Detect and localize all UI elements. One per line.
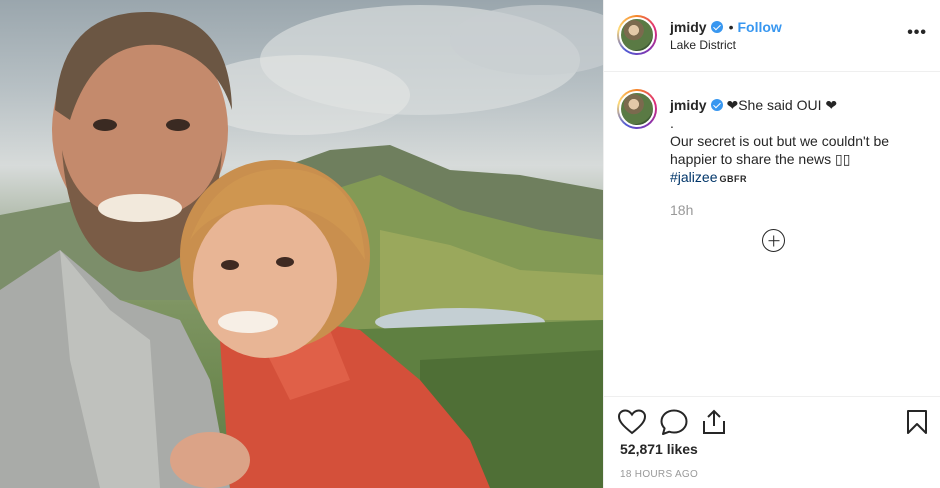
caption-body-line-1: Our secret is out but we couldn't be	[670, 133, 890, 149]
follow-button[interactable]: Follow	[737, 19, 781, 35]
heart-icon[interactable]	[618, 409, 646, 435]
caption: jmidy ❤She said OUI ❤ . Our secret is ou…	[670, 96, 920, 188]
location-link[interactable]: Lake District	[670, 38, 736, 52]
verified-badge-icon	[710, 99, 723, 111]
separator-dot: •	[728, 19, 734, 35]
share-icon[interactable]	[702, 409, 726, 435]
comment-icon[interactable]	[660, 409, 688, 435]
verified-badge-icon	[710, 21, 723, 33]
header-user-row: jmidy • Follow	[670, 19, 782, 35]
more-options-icon[interactable]: •••	[907, 24, 927, 42]
likes-count[interactable]: 52,871 likes	[620, 441, 698, 457]
header-username[interactable]: jmidy	[670, 19, 707, 35]
bookmark-icon[interactable]	[906, 409, 928, 435]
hashtag-link[interactable]: #jalizee	[670, 169, 717, 185]
post-side-panel: jmidy • Follow Lake District ••• jmidy ❤Sh…	[603, 0, 940, 488]
caption-username[interactable]: jmidy	[670, 97, 707, 113]
actions-section: 52,871 likes 18 HOURS AGO	[604, 396, 940, 488]
caption-body-line-2: happier to share the news ▯▯	[670, 151, 851, 167]
caption-headline: ❤She said OUI ❤	[726, 97, 838, 113]
plus-circle-icon[interactable]	[762, 229, 785, 252]
post-photo[interactable]	[0, 0, 603, 488]
caption-time[interactable]: 18h	[670, 202, 693, 218]
flag-text: GBFR	[719, 174, 747, 184]
photo-illustration	[0, 5, 603, 488]
caption-avatar[interactable]	[617, 89, 657, 129]
avatar[interactable]	[617, 15, 657, 55]
post-timestamp[interactable]: 18 HOURS AGO	[620, 469, 698, 480]
caption-dot-line: .	[670, 115, 674, 131]
post-header: jmidy • Follow Lake District •••	[604, 0, 940, 72]
